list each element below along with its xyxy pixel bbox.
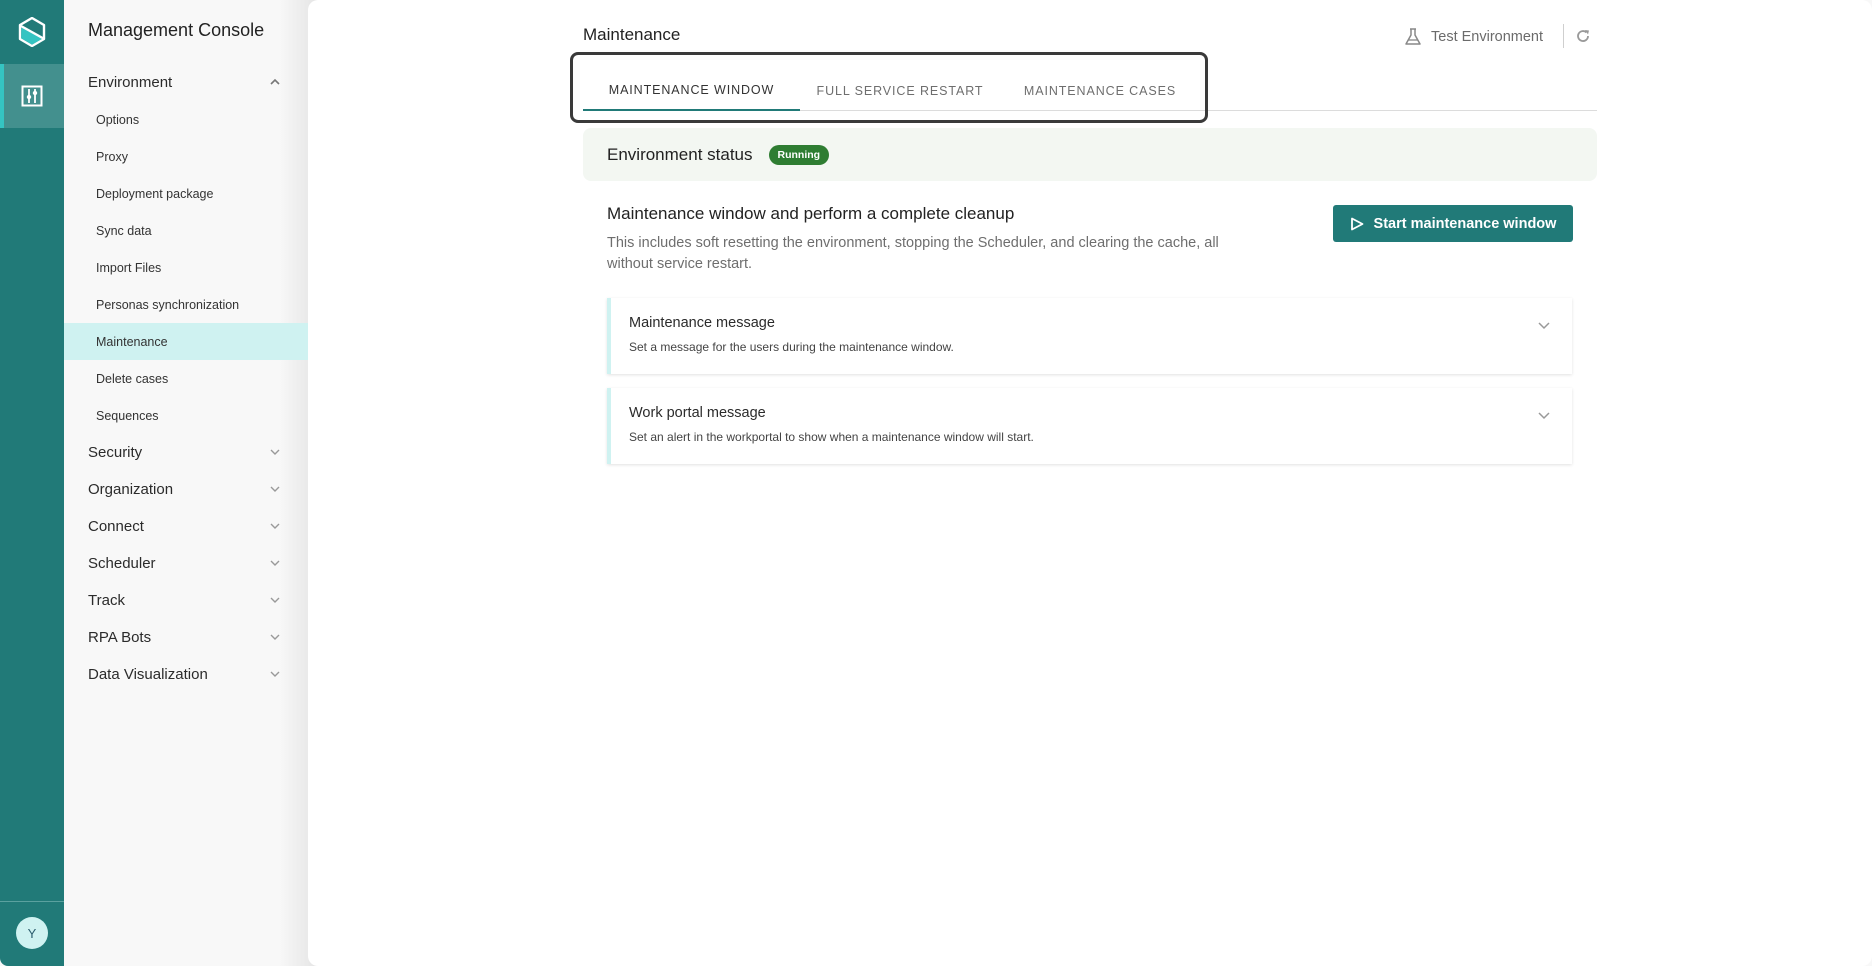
tab-maintenance-cases[interactable]: MAINTENANCE CASES (1000, 70, 1200, 111)
refresh-button[interactable] (1573, 26, 1593, 46)
nav-panel: Management Console Environment Options P… (64, 0, 318, 966)
nav-group-connect[interactable]: Connect (64, 508, 308, 545)
chevron-down-icon (270, 597, 280, 603)
tab-maintenance-window[interactable]: MAINTENANCE WINDOW (583, 70, 800, 111)
nav-item-personas-synchronization[interactable]: Personas synchronization (64, 286, 308, 323)
sliders-icon (21, 85, 43, 107)
nav-group-label: Data Visualization (88, 666, 208, 683)
card-title: Maintenance message (629, 315, 775, 331)
start-maintenance-window-label: Start maintenance window (1373, 215, 1557, 232)
logo[interactable] (0, 0, 64, 64)
refresh-icon (1577, 30, 1589, 42)
chevron-down-icon[interactable] (1536, 317, 1552, 333)
content-panel: Maintenance Test Environment MAINTENANCE… (308, 0, 1872, 966)
environment-label: Test Environment (1431, 29, 1544, 45)
header-divider (1563, 24, 1564, 48)
nav-item-sequences[interactable]: Sequences (64, 397, 308, 434)
user-avatar[interactable]: Y (16, 917, 48, 949)
chevron-down-icon (270, 560, 280, 566)
nav-group-label: Security (88, 444, 143, 461)
chevron-up-icon (270, 78, 280, 85)
nav-group-label: RPA Bots (88, 629, 152, 646)
nav-group-label: Connect (88, 518, 144, 535)
nav-group-label: Organization (88, 481, 174, 498)
nav-group-label: Environment (88, 74, 173, 91)
nav-group-security[interactable]: Security (64, 434, 308, 471)
card-description: Set an alert in the workportal to show w… (629, 430, 1034, 444)
chevron-down-icon (270, 523, 280, 529)
section-title: Maintenance window and perform a complet… (607, 204, 1015, 223)
card-title: Work portal message (629, 405, 766, 421)
nav-item-maintenance[interactable]: Maintenance (64, 323, 308, 360)
nav-group-data-visualization[interactable]: Data Visualization (64, 656, 308, 693)
nav-group-environment[interactable]: Environment (64, 64, 308, 101)
page-title: Maintenance (583, 25, 681, 44)
hexagon-logo-icon (18, 17, 46, 47)
maintenance-message-card[interactable]: Maintenance message Set a message for th… (607, 298, 1572, 374)
environment-indicator: Test Environment (1403, 24, 1543, 50)
chevron-down-icon (270, 486, 280, 492)
chevron-down-icon (270, 671, 280, 677)
nav-item-delete-cases[interactable]: Delete cases (64, 360, 308, 397)
nav-item-import-files[interactable]: Import Files (64, 249, 308, 286)
section-description: This includes soft resetting the environ… (607, 235, 1219, 272)
nav-group-organization[interactable]: Organization (64, 471, 308, 508)
nav-group-scheduler[interactable]: Scheduler (64, 545, 308, 582)
nav-group-track[interactable]: Track (64, 582, 308, 619)
nav-group-label: Scheduler (88, 555, 156, 572)
environment-status-panel: Environment status Running (583, 128, 1597, 181)
work-portal-message-card[interactable]: Work portal message Set an alert in the … (607, 388, 1572, 464)
tab-full-service-restart[interactable]: FULL SERVICE RESTART (800, 70, 1000, 111)
nav-item-options[interactable]: Options (64, 101, 308, 138)
play-icon (1350, 217, 1363, 230)
nav-item-deployment-package[interactable]: Deployment package (64, 175, 308, 212)
nav-group-label: Track (88, 592, 125, 609)
card-description: Set a message for the users during the m… (629, 340, 954, 354)
flask-icon (1405, 28, 1421, 45)
chevron-down-icon (270, 449, 280, 455)
status-badge: Running (768, 144, 830, 165)
rail-divider (0, 901, 64, 902)
nav-title: Management Console (88, 20, 265, 40)
rail-item-environment-settings[interactable] (0, 64, 64, 128)
start-maintenance-window-button[interactable]: Start maintenance window (1333, 205, 1573, 242)
nav-group-rpa-bots[interactable]: RPA Bots (64, 619, 308, 656)
nav-item-proxy[interactable]: Proxy (64, 138, 308, 175)
chevron-down-icon[interactable] (1536, 407, 1552, 423)
nav-item-sync-data[interactable]: Sync data (64, 212, 308, 249)
environment-status-label: Environment status (607, 144, 753, 164)
app-rail: Y (0, 0, 64, 966)
chevron-down-icon (270, 634, 280, 640)
